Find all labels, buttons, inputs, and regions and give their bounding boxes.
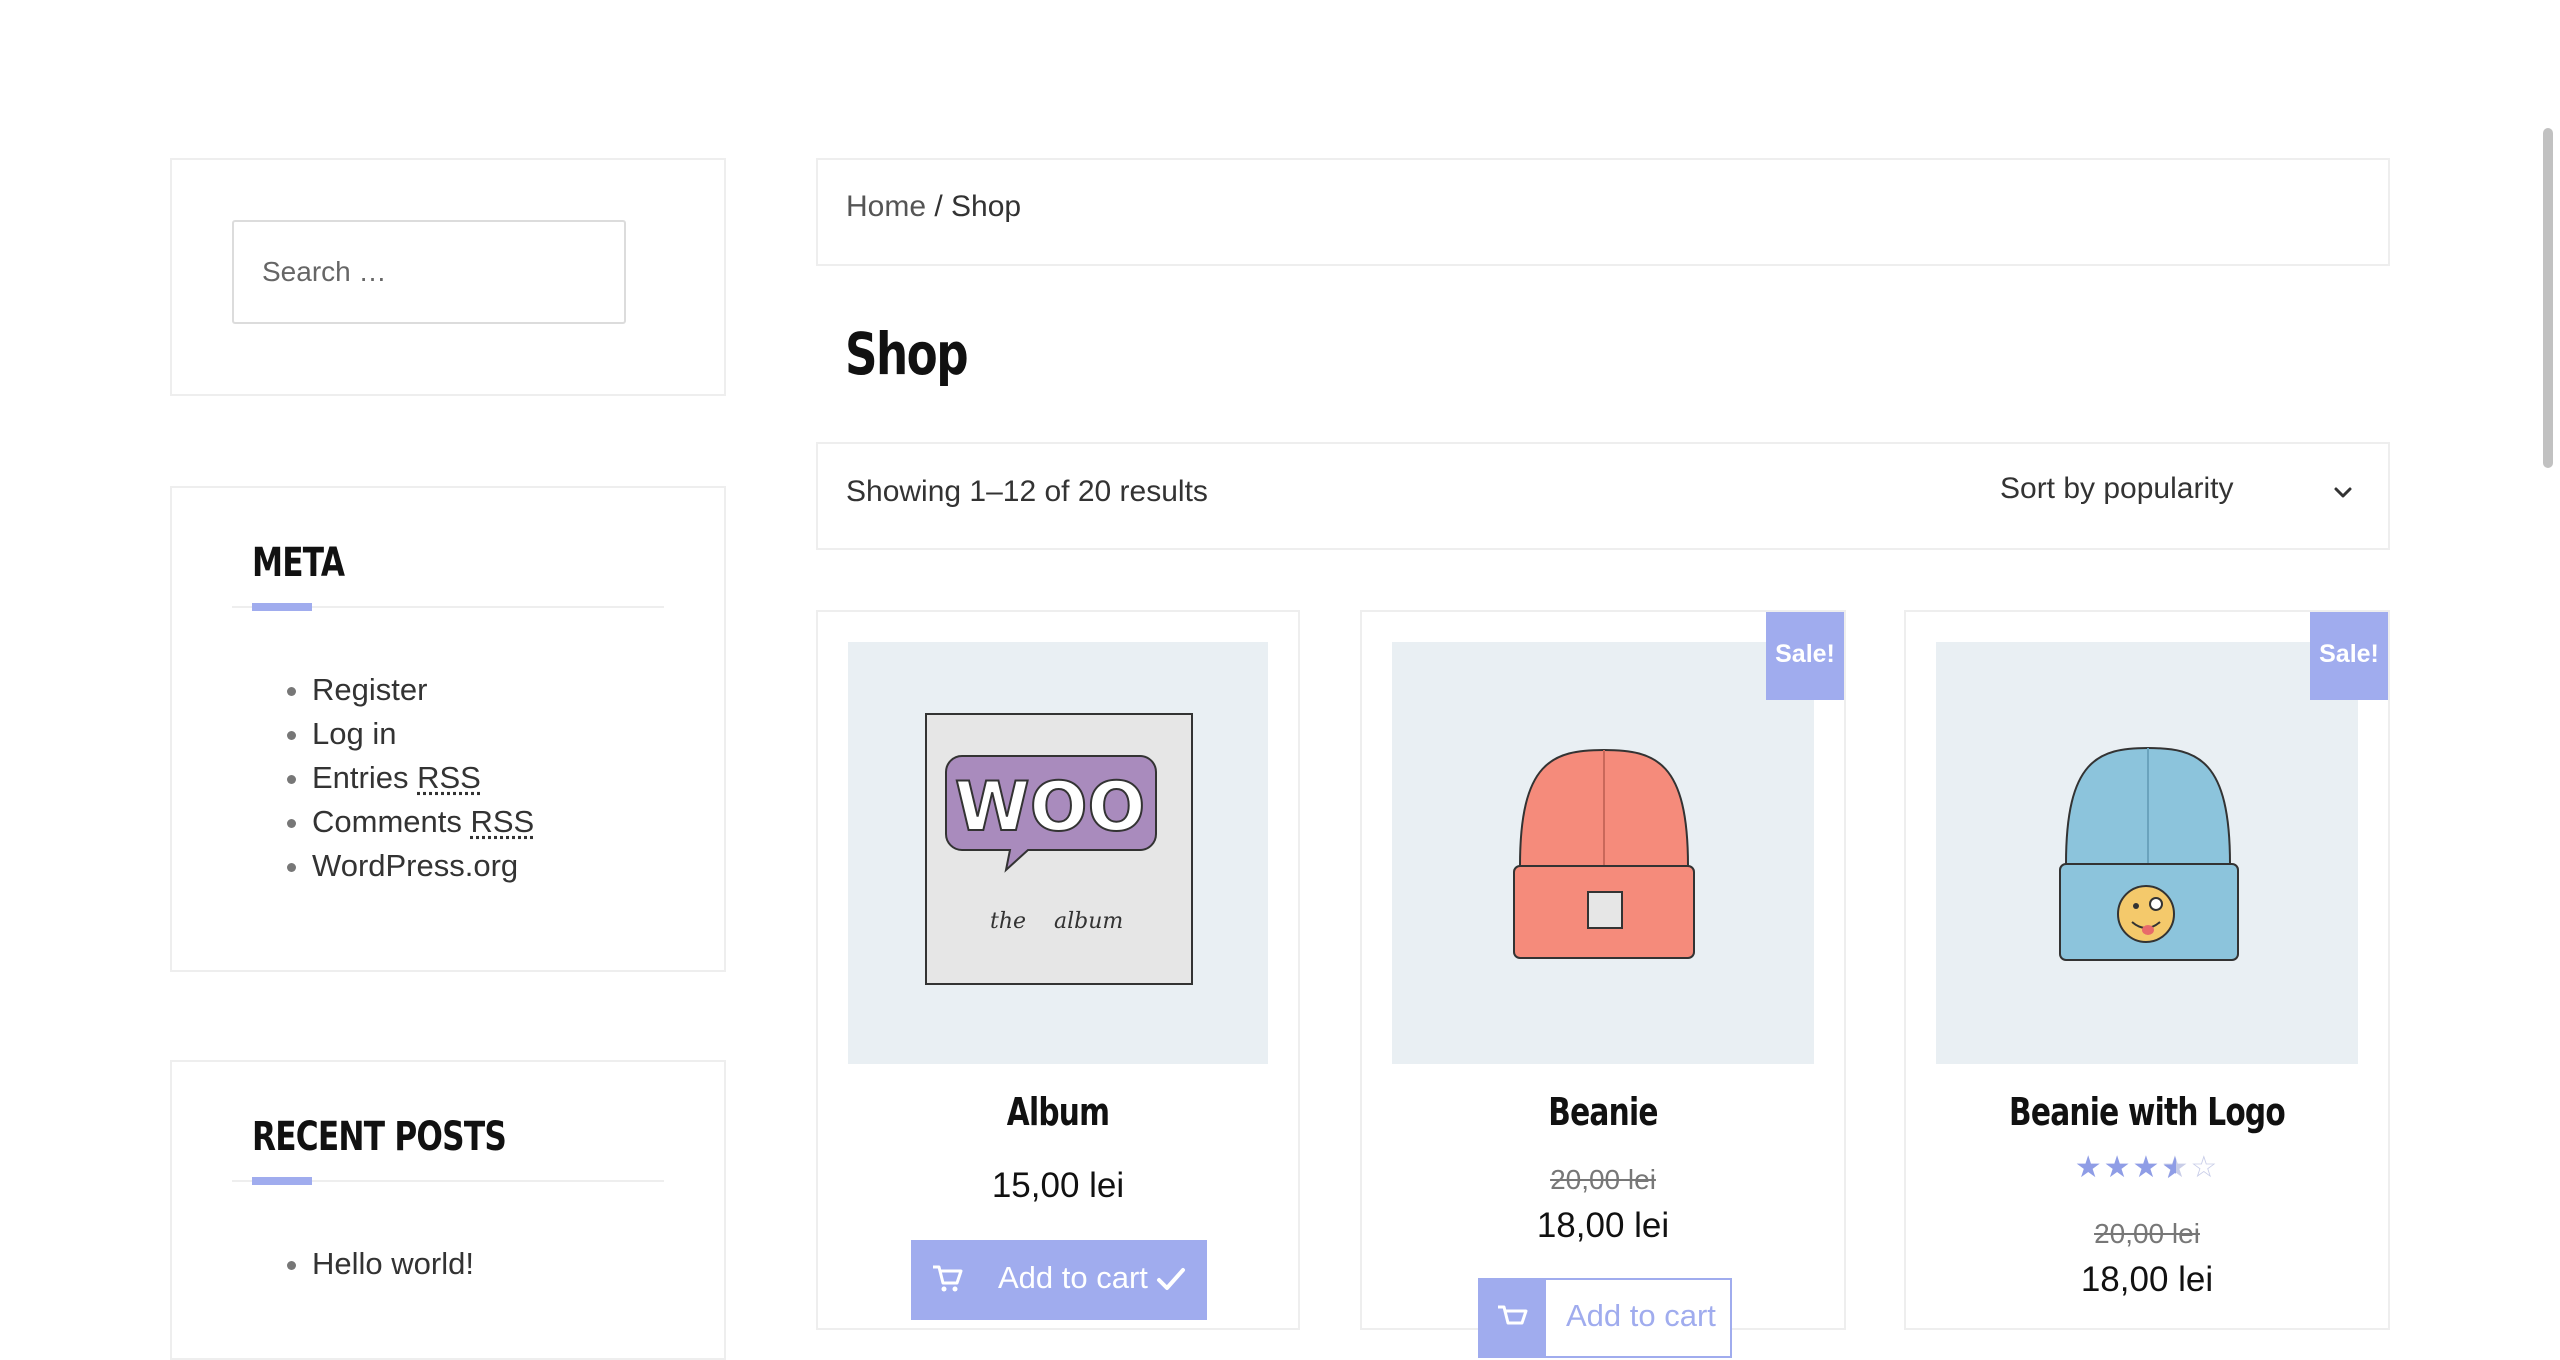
product-card: WOO the album Album 15,00 lei Add to car…: [816, 610, 1300, 1330]
meta-link-register[interactable]: Register: [312, 672, 427, 707]
meta-link-comments-rss[interactable]: Comments RSS: [312, 804, 534, 839]
list-item[interactable]: Register: [312, 668, 534, 712]
add-to-cart-button[interactable]: Add to cart: [911, 1240, 1207, 1320]
sale-badge: Sale!: [2310, 612, 2388, 700]
product-price: 18,00 lei: [2080, 1260, 2214, 1299]
product-card: Sale! Beanie 20,00 lei 18,00 lei Add to …: [1360, 610, 1846, 1358]
album-logo-text: WOO: [955, 768, 1146, 847]
product-image[interactable]: WOO the album: [848, 642, 1268, 1064]
product-name[interactable]: Album: [871, 1090, 1245, 1134]
meta-link-entries-rss[interactable]: Entries RSS: [312, 760, 481, 795]
star-full-icon: ★: [2074, 1151, 2104, 1184]
scrollbar-thumb[interactable]: [2543, 128, 2553, 468]
add-to-cart-label: Add to cart: [998, 1260, 1148, 1295]
product-card: Sale! Beanie with Logo ★★★★★☆ 20,00 lei …: [1904, 610, 2390, 1330]
star-full-icon: ★: [2132, 1151, 2162, 1184]
star-half-icon: ★★: [2161, 1151, 2191, 1185]
result-count: Showing 1–12 of 20 results: [846, 475, 1208, 508]
product-price: 18,00 lei: [1536, 1206, 1670, 1245]
product-image[interactable]: [1936, 642, 2358, 1064]
breadcrumb: Home / Shop: [846, 190, 1021, 224]
star-empty-icon: ☆: [2190, 1151, 2220, 1184]
product-price: 15,00 lei: [991, 1166, 1125, 1205]
list-item[interactable]: Entries RSS: [312, 756, 534, 800]
album-caption-left: the: [990, 909, 1026, 934]
product-name[interactable]: Beanie with Logo: [1959, 1090, 2335, 1134]
add-to-cart-button[interactable]: Add to cart: [1478, 1278, 1732, 1358]
star-rating: ★★★★★☆: [1906, 1150, 2388, 1185]
list-item[interactable]: WordPress.org: [312, 844, 534, 888]
sale-badge: Sale!: [1766, 612, 1844, 700]
search-input[interactable]: [232, 220, 626, 324]
beanie-image: [1513, 748, 1695, 959]
breadcrumb-separator: /: [926, 190, 952, 223]
link-label: Entries: [312, 760, 418, 795]
album-cover-image: WOO the album: [925, 713, 1193, 985]
product-name[interactable]: Beanie: [1415, 1090, 1791, 1134]
check-icon: [1157, 1268, 1185, 1290]
add-to-cart-label: Add to cart: [1566, 1298, 1716, 1333]
sort-select[interactable]: Sort by popularity: [2000, 472, 2233, 506]
album-caption-right: album: [1054, 909, 1123, 934]
list-item[interactable]: Comments RSS: [312, 800, 534, 844]
list-item[interactable]: Log in: [312, 712, 534, 756]
recent-posts-accent: [252, 1177, 312, 1185]
meta-list: Register Log in Entries RSS Comments RSS…: [252, 668, 534, 888]
product-old-price: 20,00 lei: [2094, 1218, 2200, 1249]
breadcrumb-home-link[interactable]: Home: [846, 190, 926, 223]
recent-posts-title: RECENT POSTS: [252, 1114, 507, 1160]
meta-widget-title: META: [252, 540, 345, 586]
star-full-icon: ★: [2103, 1151, 2133, 1184]
rss-abbr: RSS: [470, 804, 535, 839]
breadcrumb-bar: [816, 158, 2390, 266]
breadcrumb-current: Shop: [951, 190, 1022, 223]
meta-link-login[interactable]: Log in: [312, 716, 396, 751]
recent-posts-list: Hello world!: [252, 1242, 474, 1286]
post-link-hello-world[interactable]: Hello world!: [312, 1246, 474, 1281]
meta-link-wordpress-org[interactable]: WordPress.org: [312, 848, 518, 883]
link-label: Comments: [312, 804, 471, 839]
rss-abbr: RSS: [417, 760, 481, 795]
cart-icon: [1498, 1305, 1528, 1325]
recent-posts-widget: [170, 1060, 726, 1360]
cart-icon: [933, 1265, 963, 1292]
list-item[interactable]: Hello world!: [312, 1242, 474, 1286]
product-old-price: 20,00 lei: [1550, 1164, 1656, 1195]
product-image[interactable]: [1392, 642, 1814, 1064]
meta-title-accent: [252, 603, 312, 611]
beanie-with-logo-image: [2059, 746, 2239, 961]
chevron-down-icon[interactable]: [2330, 480, 2356, 506]
page-title: Shop: [845, 320, 969, 388]
